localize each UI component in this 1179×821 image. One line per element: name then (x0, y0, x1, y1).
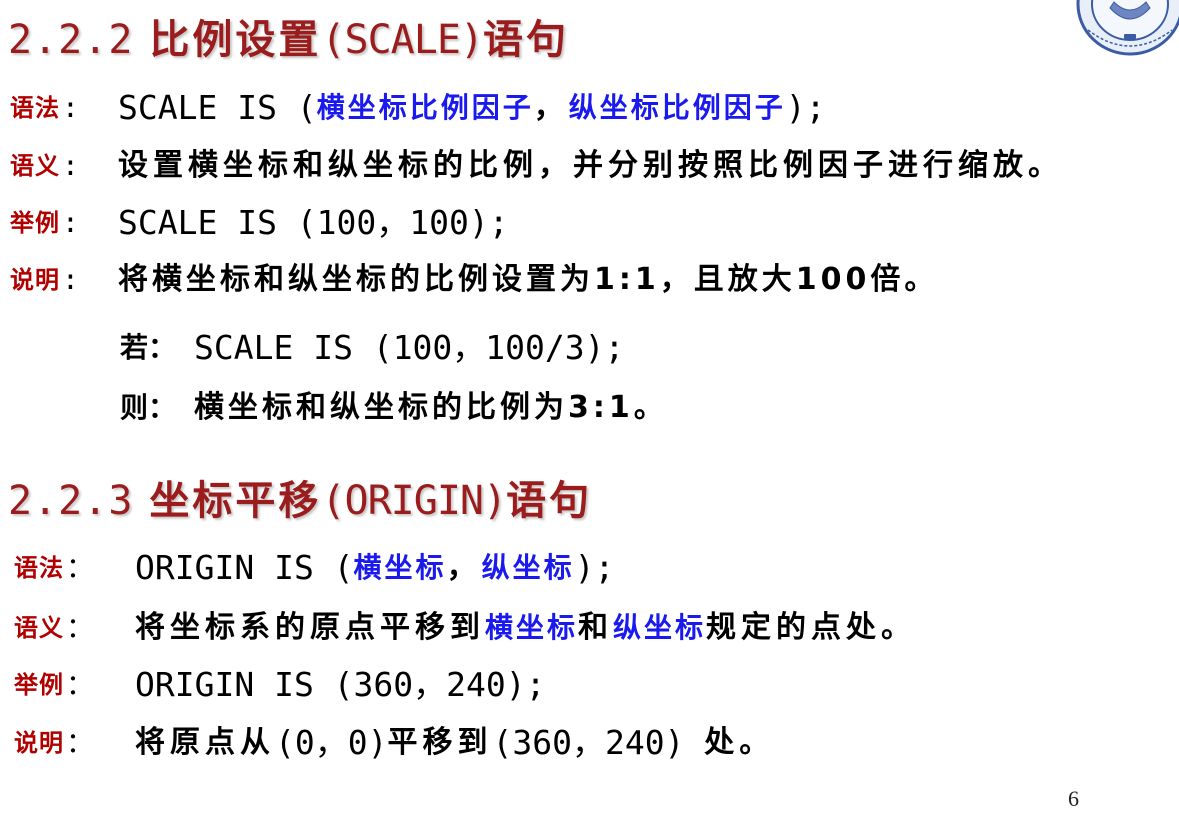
origin-example-row: 举例： ORIGIN IS (360，240); (14, 665, 546, 705)
university-seal-icon (1076, 0, 1179, 56)
row-label-group: 举例: (10, 203, 118, 243)
then-text: 横坐标和纵坐标的比例为3:1。 (194, 390, 668, 425)
syntax-separator: ， (533, 90, 569, 125)
section-title-suffix: 语句 (483, 17, 569, 63)
label-colon: : (62, 263, 79, 296)
syntax-arg-y: 纵坐标 (481, 551, 575, 584)
semantics-word-x: 横坐标 (485, 611, 579, 644)
example-label: 举例 (14, 671, 64, 699)
semantics-text-post: 规定的点处。 (706, 610, 917, 645)
label-colon: : (62, 91, 79, 124)
scale-then-row: 则： 横坐标和纵坐标的比例为3:1。 (120, 388, 668, 428)
origin-semantics-row: 语义： 将坐标系的原点平移到 横坐标和纵坐标 规定的点处。 (14, 608, 916, 648)
semantics-label: 语义 (14, 614, 64, 642)
then-prefix: 则： (120, 391, 177, 424)
row-label-group: 语义： (14, 608, 135, 648)
syntax-label: 语法 (14, 554, 64, 582)
row-label-group: 语法: (10, 88, 118, 128)
section-title-name: 比例设置 (149, 17, 322, 63)
note-label: 说明 (14, 729, 64, 757)
label-colon: ： (66, 551, 95, 584)
row-label-group: 举例： (14, 665, 135, 705)
if-prefix: 若： (120, 331, 177, 364)
example-code: ORIGIN IS (360，240); (135, 665, 546, 704)
row-label-group: 语法： (14, 548, 135, 588)
page-number: 6 (1068, 786, 1079, 811)
semantics-text-pre: 将坐标系的原点平移到 (135, 610, 485, 645)
section-title-origin: 2.2.3 坐标平移(ORIGIN)语句 (8, 476, 592, 526)
syntax-code-pre: ORIGIN IS ( (135, 548, 354, 587)
section-title-scale: 2.2.2 比例设置(SCALE)语句 (8, 15, 569, 65)
note-text-b: 平移到 (387, 725, 493, 760)
label-colon: ： (66, 668, 95, 701)
scale-semantics-row: 语义: 设置横坐标和纵坐标的比例，并分别按照比例因子进行缩放。 (10, 146, 1063, 186)
row-label-group: 说明： (14, 723, 135, 763)
syntax-separator: ， (446, 550, 482, 585)
scale-if-row: 若： SCALE IS (100，100/3); (120, 328, 624, 368)
syntax-code-post: ); (574, 548, 615, 587)
note-text-a: 将原点从 (135, 725, 275, 760)
semantics-word-y: 纵坐标 (613, 611, 707, 644)
example-label: 举例 (10, 209, 60, 237)
label-colon: ： (66, 726, 95, 759)
note-text: 将横坐标和纵坐标的比例设置为1:1，且放大100倍。 (118, 262, 939, 297)
syntax-code-pre: SCALE IS ( (118, 88, 317, 127)
scale-syntax-row: 语法: SCALE IS (横坐标比例因子，纵坐标比例因子); (10, 88, 825, 128)
section-number: 2.2.3 (8, 478, 134, 524)
syntax-arg-x-factor: 横坐标比例因子 (316, 91, 534, 124)
semantics-label: 语义 (10, 152, 60, 180)
section-title-keyword: (ORIGIN) (321, 478, 507, 524)
label-colon: ： (66, 611, 95, 644)
row-label-group: 语义: (10, 146, 118, 186)
example-code: SCALE IS (100，100); (118, 203, 509, 242)
section-title-suffix: 语句 (506, 478, 593, 524)
note-code-b: (360，240) (492, 723, 705, 762)
scale-example-row: 举例: SCALE IS (100，100); (10, 203, 509, 243)
syntax-arg-x: 横坐标 (353, 551, 447, 584)
if-code: SCALE IS (100，100/3); (194, 328, 625, 367)
semantics-text: 设置横坐标和纵坐标的比例，并分别按照比例因子进行缩放。 (118, 148, 1063, 183)
syntax-arg-y-factor: 纵坐标比例因子 (568, 91, 786, 124)
label-colon: : (62, 206, 79, 239)
note-label: 说明 (10, 266, 60, 294)
section-title-name: 坐标平移 (149, 478, 322, 524)
seal-year-plate (1124, 34, 1136, 39)
note-code-a: (0，0) (275, 723, 388, 762)
semantics-text-mid: 和 (578, 610, 614, 645)
syntax-label: 语法 (10, 94, 60, 122)
label-colon: : (62, 149, 79, 182)
section-title-keyword: (SCALE) (321, 17, 484, 63)
origin-note-row: 说明： 将原点从 (0，0) 平移到 (360，240) 处。 (14, 723, 774, 763)
row-label-group: 说明: (10, 260, 118, 300)
syntax-code-post: ); (785, 88, 826, 127)
section-number: 2.2.2 (8, 17, 134, 63)
origin-syntax-row: 语法： ORIGIN IS (横坐标，纵坐标); (14, 548, 614, 588)
scale-note-row: 说明: 将横坐标和纵坐标的比例设置为1:1，且放大100倍。 (10, 260, 938, 300)
note-text-c: 处。 (704, 725, 775, 760)
